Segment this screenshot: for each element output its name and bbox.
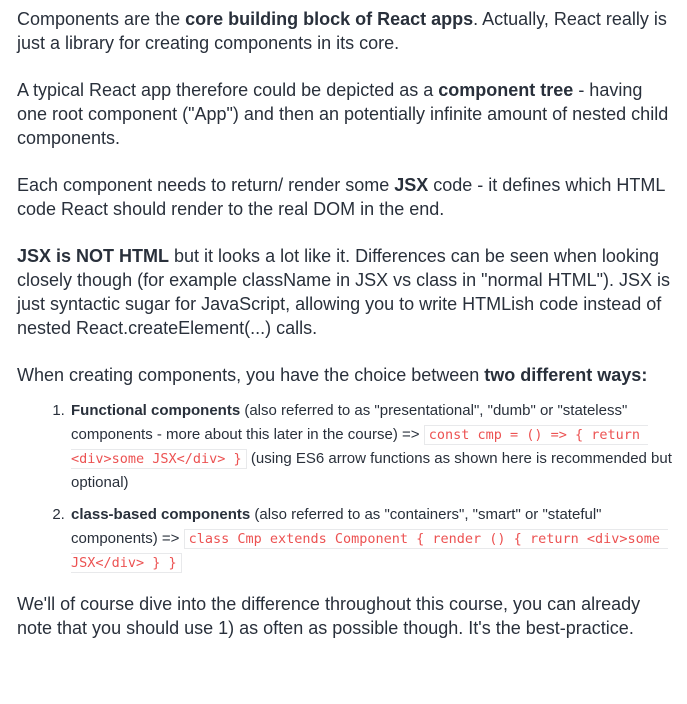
bold-text: two different ways: xyxy=(484,365,648,385)
list-item-title: class-based components xyxy=(71,506,251,523)
paragraph-text: We'll of course dive into the difference… xyxy=(17,594,641,638)
paragraph-jsx: Each component needs to return/ render s… xyxy=(17,173,677,221)
bold-text: JSX is NOT HTML xyxy=(17,246,170,266)
paragraph-text: Components are the xyxy=(17,9,186,29)
article-body: Components are the core building block o… xyxy=(0,0,687,640)
bold-text: component tree xyxy=(438,80,574,100)
paragraph-intro: Components are the core building block o… xyxy=(17,7,677,55)
bold-text: JSX xyxy=(394,175,429,195)
bold-text: core building block of React apps xyxy=(185,9,474,29)
paragraph-two-ways: When creating components, you have the c… xyxy=(17,363,677,387)
list-item-functional: Functional components (also referred to … xyxy=(69,399,677,495)
paragraph-text: Each component needs to return/ render s… xyxy=(17,175,395,195)
paragraph-text: When creating components, you have the c… xyxy=(17,365,485,385)
list-item-class-based: class-based components (also referred to… xyxy=(69,503,677,575)
paragraph-jsx-not-html: JSX is NOT HTML but it looks a lot like … xyxy=(17,244,677,340)
paragraph-component-tree: A typical React app therefore could be d… xyxy=(17,78,677,150)
list-item-title: Functional components xyxy=(71,402,241,419)
component-types-list: Functional components (also referred to … xyxy=(17,399,677,575)
paragraph-text: A typical React app therefore could be d… xyxy=(17,80,439,100)
paragraph-best-practice: We'll of course dive into the difference… xyxy=(17,592,677,640)
